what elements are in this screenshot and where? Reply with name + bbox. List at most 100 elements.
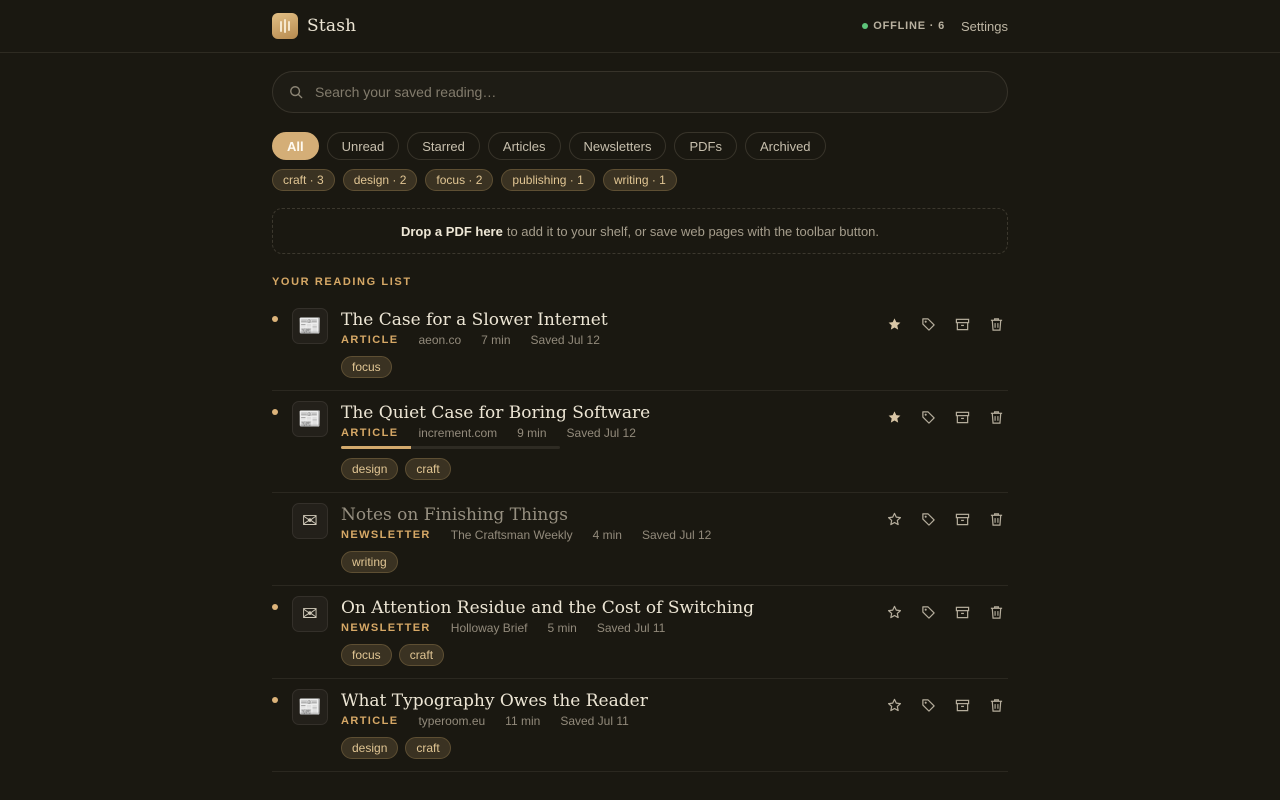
delete-button[interactable]	[984, 600, 1008, 624]
offline-status: OFFLINE · 6	[862, 20, 945, 32]
item-tag[interactable]: focus	[341, 356, 392, 378]
archive-icon	[955, 318, 969, 330]
item-tag[interactable]: craft	[398, 644, 445, 666]
delete-button[interactable]	[984, 405, 1008, 429]
item-duration: 5 min	[547, 621, 577, 635]
item-tag[interactable]: craft	[405, 458, 451, 480]
archive-button[interactable]	[950, 405, 974, 429]
delete-button[interactable]	[984, 693, 1008, 717]
reading-progress-fill	[341, 446, 412, 449]
list-item[interactable]: ✉ Notes on Finishing Things NEWSLETTER The …	[272, 493, 1008, 586]
delete-button[interactable]	[984, 312, 1008, 336]
archive-button[interactable]	[950, 600, 974, 624]
list-item[interactable]: 📰 The Case for a Slower Internet ARTICLE ae…	[272, 298, 1008, 391]
item-title[interactable]: What Typography Owes the Reader	[341, 691, 882, 711]
list-item[interactable]: 📰 The Quiet Case for Boring Software ARTIC…	[272, 391, 1008, 493]
filter-chip-newsletters[interactable]: Newsletters	[568, 132, 667, 160]
search-bar[interactable]	[272, 71, 1008, 113]
archive-button[interactable]	[950, 693, 974, 717]
trash-icon	[990, 317, 1002, 331]
item-saved-date: Saved Jul 12	[566, 426, 636, 440]
tag-icon	[921, 698, 935, 712]
item-actions	[882, 507, 1008, 573]
filter-chips: All Unread Starred Articles Newsletters PDFs A…	[272, 132, 1008, 160]
filter-chip-articles[interactable]: Articles	[487, 132, 561, 160]
unread-dot-icon	[272, 316, 278, 322]
tag-chip[interactable]: craft · 3	[272, 169, 335, 191]
item-meta: ARTICLE increment.com 9 min Saved Jul 12	[341, 426, 882, 440]
tag-chip[interactable]: design · 2	[342, 169, 418, 191]
trash-icon	[990, 512, 1002, 526]
item-meta: ARTICLE typeroom.eu 11 min Saved Jul 11	[341, 714, 882, 728]
item-body: What Typography Owes the Reader ARTICLE ty…	[341, 689, 882, 759]
item-source: typeroom.eu	[418, 714, 486, 728]
tag-button[interactable]	[916, 507, 940, 531]
item-tags: writing	[341, 551, 882, 573]
brand[interactable]: Stash	[272, 13, 356, 39]
settings-link[interactable]: Settings	[961, 19, 1008, 34]
delete-button[interactable]	[984, 507, 1008, 531]
item-title[interactable]: The Quiet Case for Boring Software	[341, 403, 882, 423]
filter-chip-pdfs[interactable]: PDFs	[674, 132, 737, 160]
item-tag[interactable]: writing	[341, 551, 398, 573]
reading-progress-bar	[341, 446, 560, 449]
star-icon	[887, 698, 901, 711]
tag-chip[interactable]: publishing · 1	[501, 169, 595, 191]
tag-button[interactable]	[916, 693, 940, 717]
item-title[interactable]: Notes on Finishing Things	[341, 505, 882, 525]
item-tag[interactable]: design	[341, 458, 399, 480]
item-source: Holloway Brief	[450, 621, 528, 635]
item-source: aeon.co	[418, 333, 462, 347]
filter-chip-all[interactable]: All	[272, 132, 319, 160]
top-bar: Stash OFFLINE · 6 Settings	[0, 0, 1280, 53]
filter-chip-archived[interactable]: Archived	[744, 132, 826, 160]
pdf-dropzone[interactable]: Drop a PDF here to add it to your shelf,…	[272, 208, 1008, 254]
tag-chip[interactable]: writing · 1	[602, 169, 677, 191]
tag-button[interactable]	[916, 312, 940, 336]
tag-button[interactable]	[916, 600, 940, 624]
archive-button[interactable]	[950, 312, 974, 336]
star-button[interactable]	[882, 693, 906, 717]
unread-dot-icon	[272, 409, 278, 415]
list-item[interactable]: ✉ On Attention Residue and the Cost of Sw…	[272, 586, 1008, 679]
star-button[interactable]	[882, 312, 906, 336]
tag-button[interactable]	[916, 405, 940, 429]
star-button[interactable]	[882, 405, 906, 429]
item-tag[interactable]: focus	[341, 644, 392, 666]
filter-chip-unread[interactable]: Unread	[326, 132, 400, 160]
star-filled-icon	[888, 317, 900, 330]
filter-chip-starred[interactable]: Starred	[407, 132, 480, 160]
list-item[interactable]: 📰 What Typography Owes the Reader ARTICLE t…	[272, 679, 1008, 772]
item-tags: design craft	[341, 458, 882, 480]
main-content: AllUnreadStarredArticlesNewslettersPDFsA…	[272, 71, 1008, 772]
item-kind: ARTICLE	[341, 715, 399, 727]
search-icon	[290, 86, 303, 99]
item-title[interactable]: On Attention Residue and the Cost of Swi…	[341, 598, 882, 618]
tag-chips: craft · 3 design · 2 focus · 2 publishing ·…	[272, 169, 1008, 191]
newspaper-icon: 📰	[292, 689, 328, 725]
item-saved-date: Saved Jul 11	[596, 621, 666, 635]
item-tag[interactable]: design	[341, 737, 399, 759]
star-button[interactable]	[882, 600, 906, 624]
archive-icon	[955, 411, 969, 423]
item-body: The Case for a Slower Internet ARTICLE aeo…	[341, 308, 882, 378]
stash-logo-icon	[272, 13, 298, 39]
item-title[interactable]: The Case for a Slower Internet	[341, 310, 882, 330]
unread-dot-icon	[272, 604, 278, 610]
trash-icon	[990, 410, 1002, 424]
unread-dot-icon	[272, 697, 278, 703]
star-button[interactable]	[882, 507, 906, 531]
envelope-icon: ✉	[292, 503, 328, 539]
newspaper-icon: 📰	[292, 401, 328, 437]
star-filled-icon	[888, 410, 900, 423]
tag-icon	[921, 512, 935, 526]
archive-button[interactable]	[950, 507, 974, 531]
item-tag[interactable]: craft	[405, 737, 451, 759]
reading-list: 📰 The Case for a Slower Internet ARTICLE ae…	[272, 298, 1008, 772]
search-input[interactable]	[315, 84, 991, 100]
item-meta: NEWSLETTER The Craftsman Weekly 4 min Saved…	[341, 528, 882, 542]
dropzone-strong: Drop a PDF here	[400, 223, 503, 239]
tag-chip[interactable]: focus · 2	[425, 169, 494, 191]
section-title: YOUR READING LIST	[272, 276, 412, 288]
newspaper-icon: 📰	[292, 308, 328, 344]
